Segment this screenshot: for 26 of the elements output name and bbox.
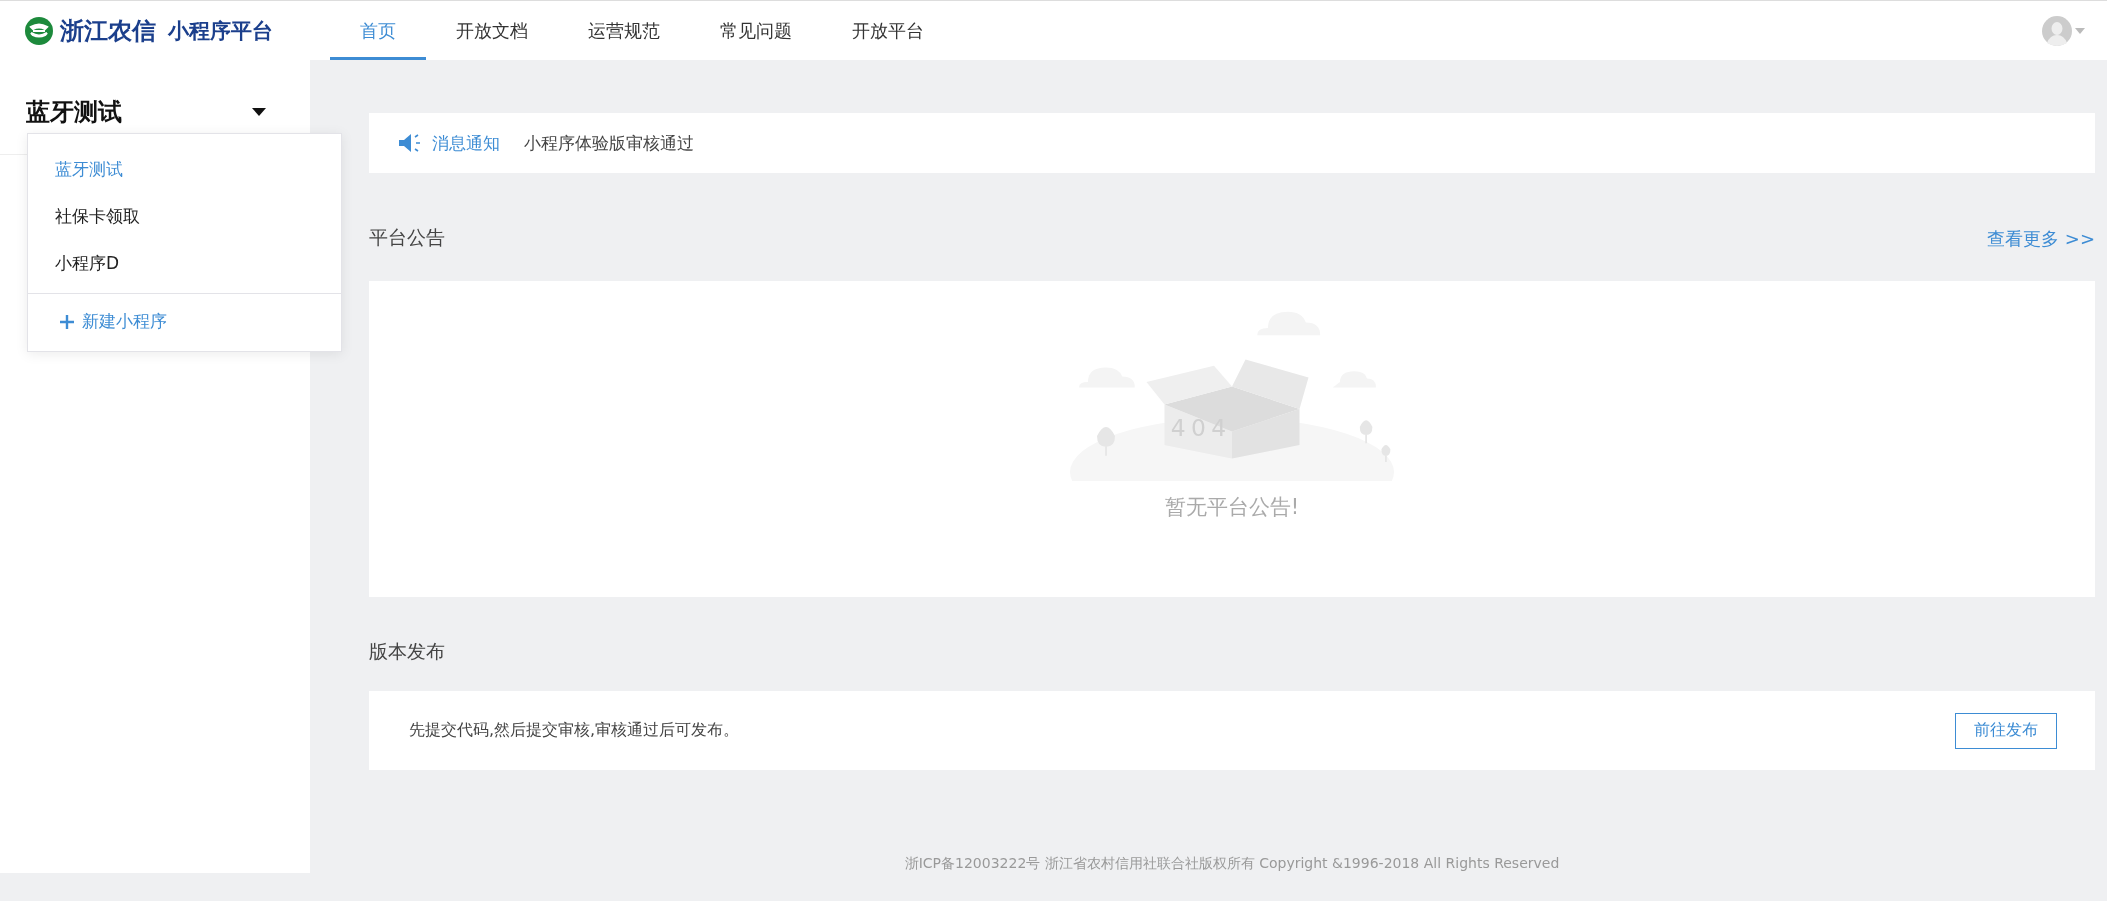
section-title: 平台公告	[369, 225, 445, 250]
menu-item[interactable]: 社保卡领取	[28, 193, 341, 240]
logo-icon	[24, 15, 54, 46]
caret-icon	[2075, 27, 2085, 34]
empty-message: 暂无平台公告!	[1164, 494, 1300, 521]
nav-tab[interactable]: 开放文档	[426, 1, 558, 60]
avatar-icon	[2042, 15, 2072, 46]
logo-text: 浙江农信	[60, 15, 156, 47]
app-name: 蓝牙测试	[26, 97, 122, 128]
menu-item[interactable]: 蓝牙测试	[28, 146, 341, 193]
nav-tab[interactable]: 开放平台	[822, 1, 954, 60]
speaker-icon	[398, 133, 422, 153]
footer-text: 浙ICP备12003222号 浙江省农村信用社联合社版权所有 Copyright &1996-2018 All Rights Reserved	[903, 855, 1561, 873]
section-title: 版本发布	[369, 639, 445, 664]
new-app-button[interactable]: 新建小程序	[60, 310, 167, 333]
notification-message: 小程序体验版审核通过	[524, 131, 694, 155]
release-description: 先提交代码,然后提交审核,审核通过后可发布。	[409, 720, 740, 741]
publish-button[interactable]: 前往发布	[1955, 712, 2057, 749]
nav-tab[interactable]: 首页	[330, 1, 426, 60]
logo-subtitle: 小程序平台	[168, 17, 273, 45]
menu-item[interactable]: 小程序D	[28, 240, 341, 287]
nav-tab[interactable]: 运营规范	[558, 1, 690, 60]
notification-label: 消息通知	[432, 131, 500, 155]
plus-icon	[60, 314, 74, 329]
caret-icon[interactable]	[252, 108, 266, 116]
nav-tab[interactable]: 常见问题	[690, 1, 822, 60]
